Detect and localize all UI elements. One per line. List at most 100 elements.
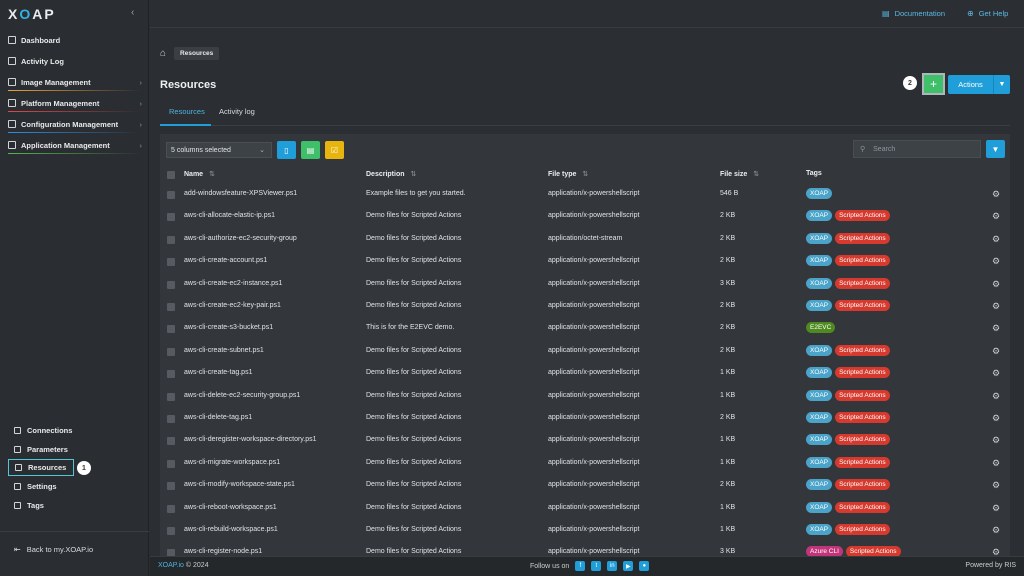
table-row[interactable]: aws-cli-allocate-elastic-ip.ps1 Demo file…	[160, 206, 1010, 228]
row-settings-gear-icon[interactable]: ⚙	[992, 323, 1000, 334]
sort-icon[interactable]: ⇅	[411, 171, 417, 178]
table-row[interactable]: aws-cli-delete-ec2-security-group.ps1 Dem…	[160, 386, 1010, 408]
row-checkbox[interactable]	[167, 437, 175, 446]
column-header-name[interactable]: Name ⇅	[184, 170, 215, 178]
sidebar-item-connections[interactable]: Connections	[14, 423, 72, 437]
row-checkbox[interactable]	[167, 549, 175, 556]
sidebar-item-image-management[interactable]: Image Management ›	[8, 74, 142, 91]
sidebar-item-application-management[interactable]: Application Management ›	[8, 137, 142, 154]
linkedin-icon[interactable]: in	[607, 561, 618, 571]
xoap-logo[interactable]: XOAP	[8, 6, 56, 22]
table-row[interactable]: aws-cli-migrate-workspace.ps1 Demo files …	[160, 453, 1010, 475]
row-checkbox[interactable]	[167, 191, 175, 199]
row-checkbox[interactable]	[167, 392, 175, 401]
footer-brand-link[interactable]: XOAP.io	[158, 562, 184, 569]
row-settings-gear-icon[interactable]: ⚙	[992, 301, 1000, 312]
table-row[interactable]: aws-cli-delete-tag.ps1 Demo files for Scr…	[160, 408, 1010, 430]
table-row[interactable]: aws-cli-register-node.ps1 Demo files for …	[160, 542, 1010, 556]
sidebar-item-platform-management[interactable]: Platform Management ›	[8, 95, 142, 112]
tab-resources[interactable]: Resources	[169, 107, 205, 116]
table-row[interactable]: aws-cli-authorize-ec2-security-group Demo…	[160, 229, 1010, 251]
row-settings-gear-icon[interactable]: ⚙	[992, 547, 1000, 556]
table-row[interactable]: aws-cli-create-tag.ps1 Demo files for Scr…	[160, 363, 1010, 385]
table-row[interactable]: aws-cli-reboot-workspace.ps1 Demo files f…	[160, 498, 1010, 520]
sidebar-item-settings[interactable]: Settings	[14, 479, 57, 493]
cell-tags: XOAP Scripted Actions	[806, 210, 893, 222]
sort-icon[interactable]: ⇅	[209, 171, 215, 178]
twitter-icon[interactable]: t	[591, 561, 602, 571]
row-checkbox[interactable]	[167, 459, 175, 468]
sidebar-item-parameters[interactable]: Parameters	[14, 442, 68, 456]
sidebar-item-tags[interactable]: Tags	[14, 498, 44, 512]
sort-icon[interactable]: ⇅	[753, 171, 759, 178]
youtube-icon[interactable]: ▶	[623, 561, 634, 571]
row-settings-gear-icon[interactable]: ⚙	[992, 391, 1000, 402]
sidebar-item-dashboard[interactable]: Dashboard	[8, 32, 142, 48]
back-to-xoap-link[interactable]: ⇤ Back to my.XOAP.io	[14, 545, 93, 554]
row-checkbox[interactable]	[167, 504, 175, 513]
column-header-file-type[interactable]: File type ⇅	[548, 170, 588, 178]
row-settings-gear-icon[interactable]: ⚙	[992, 525, 1000, 536]
row-checkbox[interactable]	[167, 415, 175, 423]
row-settings-gear-icon[interactable]: ⚙	[992, 234, 1000, 245]
row-settings-gear-icon[interactable]: ⚙	[992, 480, 1000, 491]
collapse-sidebar-icon[interactable]: ‹	[131, 7, 134, 18]
row-settings-gear-icon[interactable]: ⚙	[992, 279, 1000, 290]
table-row[interactable]: aws-cli-create-account.ps1 Demo files for…	[160, 251, 1010, 273]
get-help-link[interactable]: ⊕ Get Help	[967, 9, 1008, 18]
export-file-button[interactable]: ▯	[277, 141, 296, 159]
row-checkbox[interactable]	[167, 303, 175, 311]
table-row[interactable]: aws-cli-modify-workspace-state.ps1 Demo f…	[160, 475, 1010, 497]
facebook-icon[interactable]: f	[575, 561, 586, 571]
column-tags-label: Tags	[806, 170, 822, 177]
table-row[interactable]: aws-cli-rebuild-workspace.ps1 Demo files …	[160, 520, 1010, 542]
top-bar: ▤ Documentation ⊕ Get Help	[150, 0, 1024, 28]
export-selection-button[interactable]: ☑	[325, 141, 344, 159]
column-header-description[interactable]: Description ⇅	[366, 170, 416, 178]
add-resource-button[interactable]: +	[922, 73, 945, 95]
powered-by: Powered by RIS	[965, 562, 1016, 569]
column-header-tags: Tags	[806, 170, 822, 177]
table-row[interactable]: aws-cli-deregister-workspace-directory.p…	[160, 430, 1010, 452]
row-checkbox[interactable]	[167, 258, 175, 267]
table-row[interactable]: aws-cli-create-s3-bucket.ps1 This is for …	[160, 318, 1010, 340]
row-checkbox[interactable]	[167, 235, 175, 244]
row-settings-gear-icon[interactable]: ⚙	[992, 435, 1000, 446]
row-checkbox[interactable]	[167, 370, 175, 379]
row-settings-gear-icon[interactable]: ⚙	[992, 256, 1000, 267]
column-selector[interactable]: 5 columns selected ⌄	[166, 142, 272, 158]
row-settings-gear-icon[interactable]: ⚙	[992, 413, 1000, 424]
row-checkbox[interactable]	[167, 280, 175, 289]
table-row[interactable]: aws-cli-create-ec2-instance.ps1 Demo file…	[160, 274, 1010, 296]
select-all-checkbox[interactable]	[167, 171, 175, 179]
actions-button[interactable]: Actions ▼	[948, 75, 1010, 94]
tab-activity-log[interactable]: Activity log	[219, 107, 255, 116]
sidebar-item-activity-log[interactable]: Activity Log	[8, 53, 142, 69]
tab-bar: Resources Activity log	[160, 104, 1010, 126]
row-checkbox[interactable]	[167, 325, 175, 334]
sort-icon[interactable]: ⇅	[582, 171, 588, 178]
table-row[interactable]: add-windowsfeature-XPSViewer.ps1 Example …	[160, 184, 1010, 206]
row-settings-gear-icon[interactable]: ⚙	[992, 346, 1000, 357]
search-input[interactable]: ⚲ Search	[853, 140, 981, 158]
row-settings-gear-icon[interactable]: ⚙	[992, 503, 1000, 514]
chevron-down-icon[interactable]: ▼	[993, 75, 1010, 94]
sidebar-item-configuration-management[interactable]: Configuration Management ›	[8, 116, 142, 133]
row-checkbox[interactable]	[167, 213, 175, 222]
filter-button[interactable]: ▼	[986, 140, 1005, 158]
row-checkbox[interactable]	[167, 347, 175, 356]
row-settings-gear-icon[interactable]: ⚙	[992, 189, 1000, 200]
row-checkbox[interactable]	[167, 482, 175, 491]
row-settings-gear-icon[interactable]: ⚙	[992, 368, 1000, 379]
sidebar-item-resources[interactable]: Resources	[8, 459, 74, 476]
table-row[interactable]: aws-cli-create-ec2-key-pair.ps1 Demo file…	[160, 296, 1010, 318]
export-excel-button[interactable]: ▤	[301, 141, 320, 159]
home-icon[interactable]: ⌂	[160, 48, 166, 59]
table-row[interactable]: aws-cli-create-subnet.ps1 Demo files for …	[160, 341, 1010, 363]
github-icon[interactable]: ●	[639, 561, 650, 571]
row-settings-gear-icon[interactable]: ⚙	[992, 458, 1000, 469]
row-settings-gear-icon[interactable]: ⚙	[992, 211, 1000, 222]
documentation-link[interactable]: ▤ Documentation	[882, 9, 945, 18]
column-header-file-size[interactable]: File size ⇅	[720, 170, 759, 178]
row-checkbox[interactable]	[167, 527, 175, 535]
